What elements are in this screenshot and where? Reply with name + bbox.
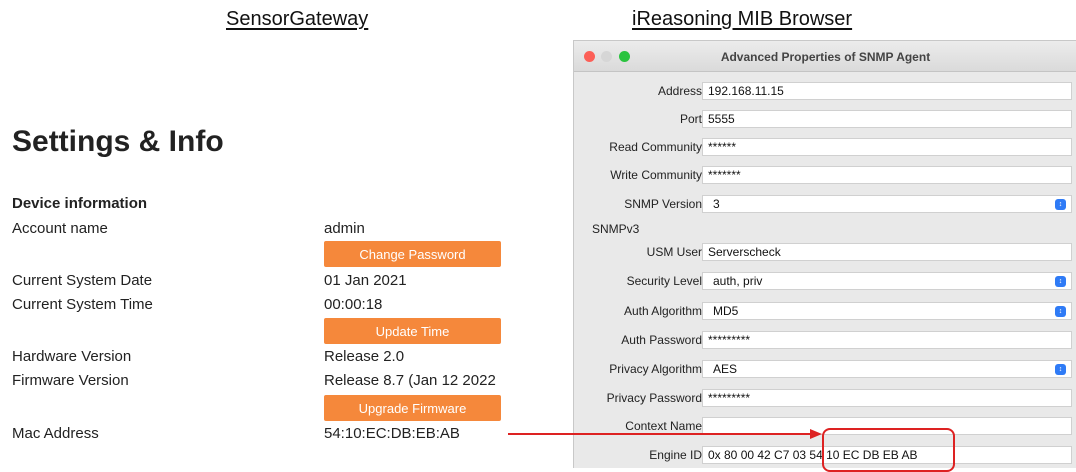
mapping-arrow-icon xyxy=(508,429,822,439)
